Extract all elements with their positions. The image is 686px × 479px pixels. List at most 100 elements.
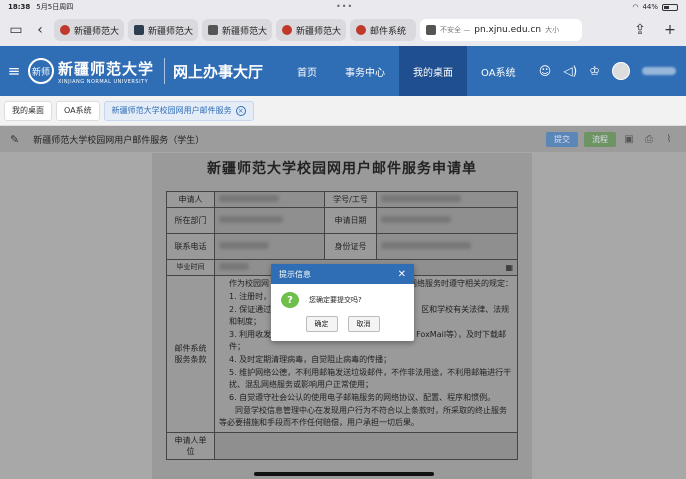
page-tab-mail-service[interactable]: 新疆师范大学校园网用户邮件服务 × — [103, 100, 254, 121]
dialog-header: 提示信息 ✕ — [271, 264, 414, 284]
browser-tab-2[interactable]: 新疆师范大 — [128, 19, 198, 41]
share-icon[interactable]: ⇪ — [630, 20, 650, 40]
form-title: 新疆师范大学校园网用户邮件服务（学生） — [33, 135, 205, 146]
battery-icon — [662, 3, 678, 11]
id-number-field[interactable] — [376, 233, 518, 260]
cancel-button[interactable]: 取消 — [347, 316, 380, 332]
label-unit: 申请人单位 — [166, 432, 215, 460]
back-icon[interactable]: ‹ — [30, 20, 50, 40]
edit-icon: ✎ — [10, 132, 20, 146]
divider — [164, 58, 166, 84]
table-row: 申请人单位 — [166, 432, 518, 460]
table-row: 联系电话 身份证号 — [166, 233, 518, 260]
student-id-field[interactable] — [376, 191, 518, 208]
menu-icon[interactable]: ≡ — [0, 62, 28, 80]
battery-percent: 44% — [642, 3, 658, 11]
calendar-icon[interactable]: ▦ — [505, 263, 513, 272]
portal-title: 网上办事大厅 — [173, 62, 264, 81]
new-tab-icon[interactable]: + — [660, 20, 680, 40]
shirt-icon[interactable]: ♔ — [589, 64, 600, 78]
text-size-button[interactable]: 大小 — [545, 25, 559, 35]
dialog-title: 提示信息 — [279, 269, 311, 279]
chat-icon[interactable]: ☺ — [539, 64, 552, 78]
university-name-cn: 新疆师范大学 — [58, 59, 155, 78]
url-bar[interactable]: 不安全 — pn.xjnu.edu.cn 大小 — [420, 19, 582, 41]
terms-intro-start: 作为校园网 — [229, 279, 269, 288]
terms-footer: 同意学校信息管理中心在发现用户行为不符合以上条款时，所采取的终止服务等必要措施和… — [219, 406, 507, 427]
speaker-icon[interactable]: ◁) — [563, 64, 577, 78]
save-icon[interactable]: ▣ — [622, 134, 636, 145]
table-row: 申请人 学号/工号 — [166, 191, 518, 208]
browser-tab-1[interactable]: 新疆师范大 — [54, 19, 124, 41]
multitask-dots-icon[interactable]: ••• — [336, 2, 353, 11]
university-name: 新疆师范大学 XINJIANG NORMAL UNIVERSITY — [58, 58, 154, 85]
portal-header: ≡ 新师 新疆师范大学 XINJIANG NORMAL UNIVERSITY 网… — [0, 46, 686, 96]
status-bar: 18:38 5月5日周四 ••• ◠ 44% — [0, 0, 686, 14]
close-icon[interactable]: ✕ — [398, 269, 406, 280]
sidebar-toggle-icon[interactable]: ▭ — [6, 20, 26, 40]
label-phone: 联系电话 — [166, 233, 215, 260]
university-logo: 新师 — [28, 58, 54, 84]
terms-intro-end: 网络服务时遵守相关的规定： — [409, 279, 513, 288]
department-field[interactable] — [214, 207, 325, 234]
tab-label: 邮件系统 — [370, 26, 407, 37]
label-apply-date: 申请日期 — [324, 207, 377, 234]
browser-tab-5[interactable]: 邮件系统 — [350, 19, 416, 41]
pen-icon — [134, 25, 144, 35]
page-icon — [208, 25, 218, 35]
applicant-field[interactable] — [214, 191, 325, 208]
document-title: 新疆师范大学校园网用户邮件服务申请单 — [207, 161, 477, 177]
confirm-dialog: 提示信息 ✕ ? 您确定要提交吗? 确定 取消 — [271, 264, 414, 341]
status-date: 5月5日周四 — [36, 3, 74, 11]
page-tab-my-desktop[interactable]: 我的桌面 — [4, 100, 52, 121]
main-nav: 首页 事务中心 我的桌面 OA系统 — [283, 46, 530, 96]
site-icon — [282, 25, 292, 35]
nav-home[interactable]: 首页 — [283, 46, 331, 96]
label-id-number: 身份证号 — [324, 233, 377, 260]
confirm-button[interactable]: 确定 — [305, 316, 338, 332]
status-time: 18:38 — [8, 3, 31, 11]
term-item: 6. 自觉遵守社会公认的使用电子邮箱服务的网络协议、配置、程序和惯例。 — [229, 393, 496, 402]
close-tab-icon[interactable]: × — [235, 105, 246, 116]
phone-field[interactable] — [214, 233, 325, 260]
home-indicator[interactable] — [254, 472, 434, 476]
dialog-buttons: 确定 取消 — [271, 316, 414, 332]
dialog-body: ? 您确定要提交吗? — [271, 284, 414, 308]
avatar[interactable] — [612, 62, 630, 80]
flow-button[interactable]: 流程 — [584, 131, 616, 147]
nav-oa[interactable]: OA系统 — [467, 46, 530, 96]
wifi-icon: ◠ — [632, 3, 639, 11]
term-item: 5. 维护网络公德，不利用邮箱发送垃圾邮件，不作非法用途，不利用邮箱进行干扰、混… — [229, 368, 512, 389]
apply-date-field[interactable] — [376, 207, 518, 234]
nav-affairs[interactable]: 事务中心 — [331, 46, 399, 96]
browser-tab-bar: ▭ ‹ 新疆师范大 新疆师范大 新疆师范大 新疆师范大 邮件系统 不安全 — p… — [0, 14, 686, 46]
site-icon — [60, 25, 70, 35]
tab-label: 新疆师范大 — [148, 26, 194, 37]
tab-label: 新疆师范大 — [296, 26, 342, 37]
label-student-id: 学号/工号 — [324, 191, 377, 208]
user-name-redacted — [642, 67, 676, 75]
page-icon — [426, 25, 436, 35]
print-icon[interactable]: ⎙ — [642, 134, 656, 145]
dialog-message: 您确定要提交吗? — [309, 296, 362, 304]
url-host: pn.xjnu.edu.cn — [474, 25, 542, 35]
tab-label: 新疆师范大 — [222, 26, 268, 37]
term-item: 2. 保证通过 — [229, 305, 272, 314]
university-name-en: XINJIANG NORMAL UNIVERSITY — [58, 78, 149, 85]
label-grad-date: 毕业时间 — [166, 259, 215, 276]
page-tab-strip: 我的桌面 OA系统 新疆师范大学校园网用户邮件服务 × — [0, 96, 686, 126]
submit-button[interactable]: 提交 — [546, 131, 578, 147]
label-terms: 邮件系统服务条款 — [166, 275, 215, 433]
nav-my-desktop[interactable]: 我的桌面 — [399, 46, 468, 96]
label-department: 所在部门 — [166, 207, 215, 234]
page-tab-oa[interactable]: OA系统 — [56, 100, 100, 121]
form-toolbar: ✎ 新疆师范大学校园网用户邮件服务（学生） 提交 流程 ▣ ⎙ ⌇ — [0, 126, 686, 152]
browser-tab-4[interactable]: 新疆师范大 — [276, 19, 346, 41]
site-icon — [356, 25, 366, 35]
term-item: 4. 及时定期清理病毒，自觉阻止病毒的传播； — [229, 355, 392, 364]
security-label: 不安全 — — [440, 26, 471, 34]
attachment-icon[interactable]: ⌇ — [662, 134, 676, 145]
browser-tab-3[interactable]: 新疆师范大 — [202, 19, 272, 41]
page-tab-label: 新疆师范大学校园网用户邮件服务 — [111, 106, 232, 115]
unit-field[interactable] — [214, 432, 518, 460]
